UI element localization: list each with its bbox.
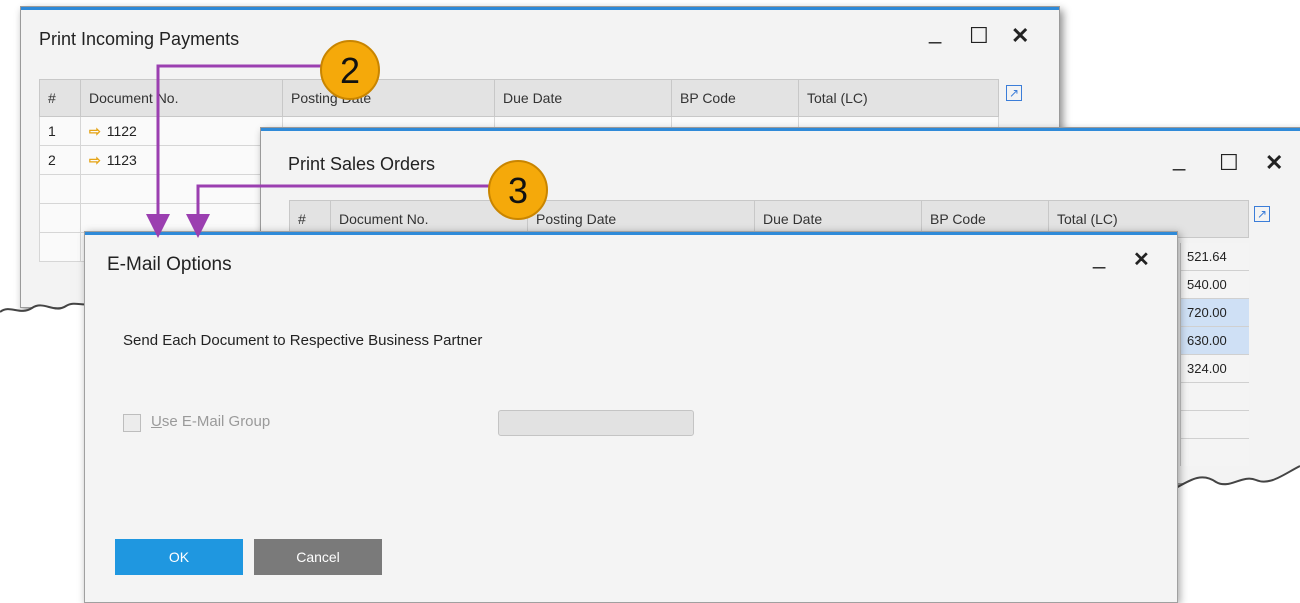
connector-line-2 bbox=[146, 64, 322, 238]
callout-connectors bbox=[146, 64, 492, 238]
connector-line-3 bbox=[186, 184, 492, 238]
callout-badge-2: 2 bbox=[320, 40, 380, 100]
callout-badge-3: 3 bbox=[488, 160, 548, 220]
